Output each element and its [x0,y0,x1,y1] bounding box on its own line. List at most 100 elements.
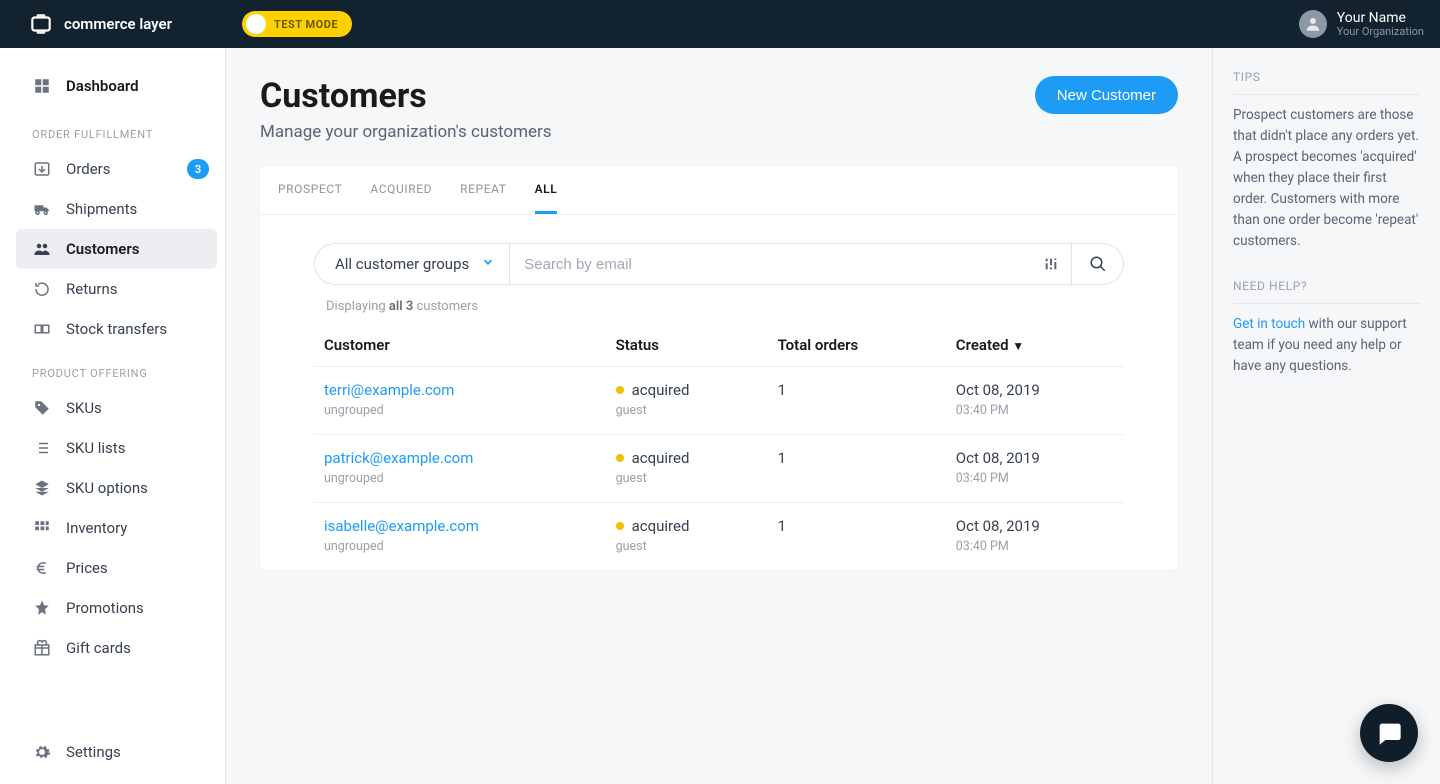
user-menu[interactable]: Your Name Your Organization [1299,10,1424,39]
brand-text: commerce layer [64,15,172,33]
customer-role: guest [616,471,758,486]
get-in-touch-link[interactable]: Get in touch [1233,316,1305,332]
customer-email[interactable]: patrick@example.com [324,449,596,467]
tabs: PROSPECT ACQUIRED REPEAT ALL [260,166,1178,215]
sidebar-item-label: SKU lists [66,439,125,457]
tab-all[interactable]: ALL [535,166,558,214]
created-date: Oct 08, 2019 [956,517,1114,535]
truck-icon [32,200,52,218]
status-dot [616,522,624,530]
customer-email[interactable]: isabelle@example.com [324,517,596,535]
customer-email[interactable]: terri@example.com [324,381,596,399]
search-icon [1089,255,1107,273]
customers-table: Customer Status Total orders Created ▼ t… [314,324,1124,570]
sidebar-item-promotions[interactable]: Promotions [0,588,225,628]
orders-value: 1 [768,503,946,571]
sidebar-item-settings[interactable]: Settings [0,732,225,772]
orders-icon [32,160,52,178]
sidebar-item-label: SKUs [66,399,102,417]
table-row[interactable]: terri@example.com ungrouped acquired gue… [314,367,1124,435]
user-icon [1304,15,1322,33]
transfer-icon [32,320,52,338]
test-mode-toggle[interactable]: TEST MODE [242,11,352,37]
group-select-value: All customer groups [335,255,469,273]
layers-icon [32,479,52,497]
sidebar-item-returns[interactable]: Returns [0,269,225,309]
sidebar-item-label: SKU options [66,479,148,497]
col-status[interactable]: Status [606,324,768,367]
sidebar-item-stock-transfers[interactable]: Stock transfers [0,309,225,349]
created-date: Oct 08, 2019 [956,381,1114,399]
sidebar-item-shipments[interactable]: Shipments [0,189,225,229]
sidebar-item-label: Inventory [66,519,127,537]
help-heading: NEED HELP? [1233,279,1420,304]
brand-icon [28,11,54,37]
tag-icon [32,399,52,417]
group-select[interactable]: All customer groups [314,243,510,285]
filter-icon[interactable] [1031,256,1071,272]
customers-card: PROSPECT ACQUIRED REPEAT ALL All custome… [260,166,1178,570]
users-icon [32,240,52,258]
customer-role: guest [616,403,758,418]
table-row[interactable]: patrick@example.com ungrouped acquired g… [314,435,1124,503]
chat-icon [1375,719,1403,747]
col-customer[interactable]: Customer [314,324,606,367]
sidebar-item-label: Returns [66,280,117,298]
toggle-knob [246,14,266,34]
tips-text: Prospect customers are those that didn't… [1233,105,1420,251]
right-panel: TIPS Prospect customers are those that d… [1212,48,1440,784]
table-row[interactable]: isabelle@example.com ungrouped acquired … [314,503,1124,571]
sidebar-item-label: Dashboard [66,77,139,95]
sidebar-item-skus[interactable]: SKUs [0,388,225,428]
sidebar-item-sku-options[interactable]: SKU options [0,468,225,508]
sidebar-item-orders[interactable]: Orders 3 [0,149,225,189]
customer-group: ungrouped [324,403,596,418]
result-count: Displaying all 3 customers [260,299,1178,324]
status-text: acquired [632,449,690,467]
user-org: Your Organization [1337,26,1424,39]
sidebar-item-label: Promotions [66,599,144,617]
orders-badge: 3 [187,159,209,179]
sidebar-item-sku-lists[interactable]: SKU lists [0,428,225,468]
sidebar-item-dashboard[interactable]: Dashboard [0,62,225,110]
euro-icon [32,559,52,577]
tab-repeat[interactable]: REPEAT [460,166,506,214]
sidebar-item-label: Orders [66,160,111,178]
sidebar-item-prices[interactable]: Prices [0,548,225,588]
user-text: Your Name Your Organization [1337,10,1424,39]
user-name: Your Name [1337,10,1424,26]
sidebar-item-gift-cards[interactable]: Gift cards [0,628,225,668]
new-customer-button[interactable]: New Customer [1035,76,1178,114]
sidebar-item-customers[interactable]: Customers [16,229,217,269]
star-icon [32,599,52,617]
intercom-launcher[interactable] [1360,704,1418,762]
list-icon [32,439,52,457]
sidebar-item-label: Settings [66,743,121,761]
page-subtitle: Manage your organization's customers [260,122,552,142]
tab-prospect[interactable]: PROSPECT [278,166,342,214]
sidebar-item-label: Stock transfers [66,320,167,338]
sidebar-item-label: Prices [66,559,108,577]
gear-icon [32,743,52,761]
customer-group: ungrouped [324,471,596,486]
gift-icon [32,639,52,657]
orders-value: 1 [768,367,946,435]
search-button[interactable] [1072,243,1124,285]
sidebar-section-fulfillment: ORDER FULFILLMENT [0,110,225,149]
status-text: acquired [632,381,690,399]
topbar: commerce layer TEST MODE Your Name Your … [0,0,1440,48]
col-orders[interactable]: Total orders [768,324,946,367]
return-icon [32,280,52,298]
sidebar-item-inventory[interactable]: Inventory [0,508,225,548]
search-input[interactable] [510,256,1031,273]
status-text: acquired [632,517,690,535]
created-date: Oct 08, 2019 [956,449,1114,467]
sidebar-item-label: Shipments [66,200,137,218]
created-time: 03:40 PM [956,403,1114,418]
test-mode-label: TEST MODE [274,18,338,31]
col-created[interactable]: Created ▼ [946,324,1124,367]
customer-group: ungrouped [324,539,596,554]
created-time: 03:40 PM [956,471,1114,486]
brand-logo[interactable]: commerce layer [28,11,172,37]
tab-acquired[interactable]: ACQUIRED [370,166,432,214]
